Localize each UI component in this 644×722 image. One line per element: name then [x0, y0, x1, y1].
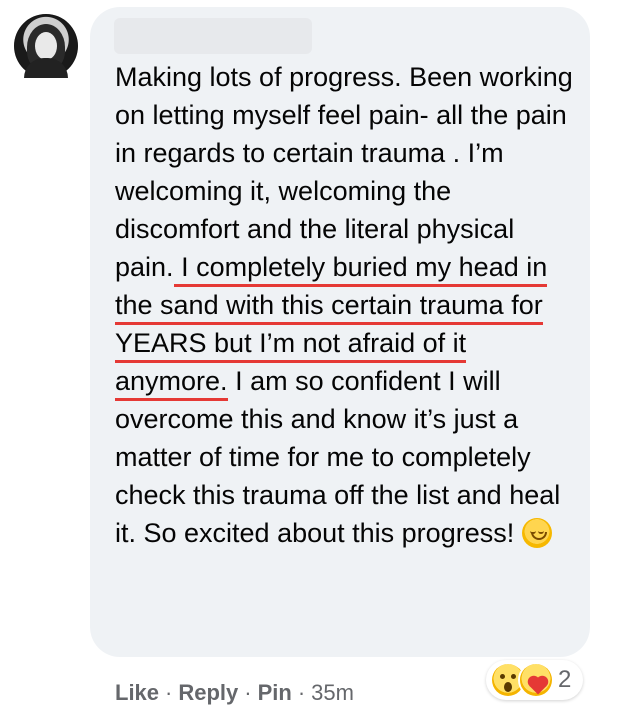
smiling-face-icon — [522, 518, 553, 548]
reaction-count: 2 — [558, 666, 572, 693]
like-button[interactable]: Like — [115, 680, 159, 706]
pin-button[interactable]: Pin — [258, 680, 292, 706]
comment-text-intro: Making lots of progress. Been working on… — [115, 62, 573, 282]
comment-actions: Like · Reply · Pin · 35m — [115, 680, 354, 706]
separator: · — [244, 680, 252, 705]
reactions-summary[interactable]: 2 — [486, 660, 584, 700]
separator: · — [297, 680, 306, 705]
redacted-commenter-name — [114, 18, 312, 54]
care-reaction-icon — [520, 664, 552, 696]
reply-button[interactable]: Reply — [178, 680, 238, 706]
comment-text: Making lots of progress. Been working on… — [115, 58, 575, 552]
avatar-face — [35, 32, 57, 60]
comment-timestamp[interactable]: 35m — [311, 680, 354, 706]
separator: · — [165, 680, 173, 705]
commenter-avatar[interactable] — [14, 14, 78, 78]
